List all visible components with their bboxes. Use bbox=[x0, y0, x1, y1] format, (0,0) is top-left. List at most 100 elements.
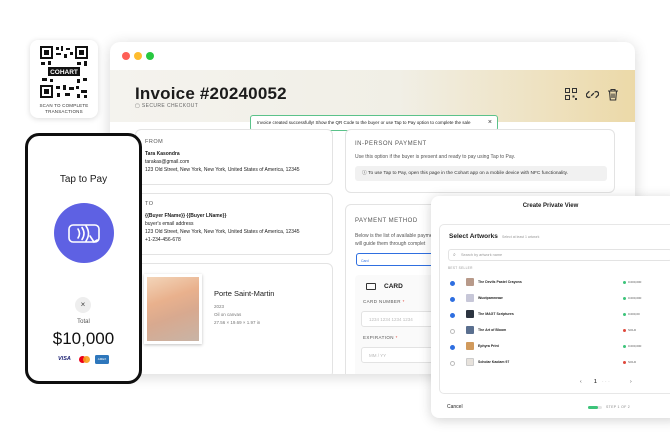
total-amount: $10,000 bbox=[52, 329, 115, 348]
row-radio[interactable] bbox=[450, 297, 455, 302]
private-view-window: Create Private View Select Artworks Sele… bbox=[431, 196, 670, 418]
prev-page-button[interactable]: ‹ bbox=[580, 379, 582, 385]
payment-method-description: Below is the list of available payment w… bbox=[355, 233, 437, 247]
artwork-row[interactable]: Scholar Kaolam 97 SOLD bbox=[450, 357, 660, 371]
maximize-window-button[interactable] bbox=[146, 52, 154, 60]
tab-card[interactable]: Card bbox=[356, 253, 434, 266]
artwork-row[interactable]: The MAGT Scriptures 0.000,00 bbox=[450, 309, 660, 323]
page-dots: · · · bbox=[602, 379, 610, 385]
page-title: Invoice #20240052 bbox=[135, 84, 287, 103]
to-panel: TO {{Buyer FName}} {{Buyer LName}} buyer… bbox=[135, 193, 333, 255]
qr-code-icon: COHART bbox=[39, 45, 89, 99]
select-artworks-hint: Select at least 1 artwork bbox=[502, 235, 540, 239]
artwork-search-input[interactable]: ⌕ Search by artwork name bbox=[448, 249, 670, 261]
nfc-button[interactable] bbox=[54, 203, 114, 263]
buyer-email: buyer's email address bbox=[145, 221, 194, 227]
tap-to-pay-title: Tap to Pay bbox=[59, 174, 108, 185]
buyer-phone: +1-234-456-678 bbox=[145, 237, 181, 243]
svg-text:COHART: COHART bbox=[50, 69, 78, 76]
tap-to-pay-info: ⓘ To use Tap to Pay, open this page in t… bbox=[355, 166, 607, 181]
artwork-status: 0.000,000 bbox=[623, 344, 641, 348]
artwork-year: 2023 bbox=[214, 304, 225, 309]
payment-card-logos: VISA AMEX bbox=[58, 355, 113, 365]
next-page-button[interactable]: › bbox=[630, 379, 632, 385]
artwork-status: SOLD bbox=[623, 360, 636, 364]
select-artworks-title: Select Artworks bbox=[449, 233, 498, 240]
artwork-name: The MAGT Scriptures bbox=[478, 312, 514, 316]
section-label: BEST SELLER bbox=[448, 266, 473, 270]
artwork-row[interactable]: Wuotpamneaw 0.000,000 bbox=[450, 293, 660, 307]
row-radio[interactable] bbox=[450, 329, 455, 334]
artwork-row[interactable]: The Art of Bloom SOLD bbox=[450, 325, 660, 339]
amex-icon: AMEX bbox=[95, 355, 109, 364]
close-button[interactable]: × bbox=[75, 297, 91, 313]
select-artworks-panel: Select Artworks Select at least 1 artwor… bbox=[439, 224, 670, 394]
search-icon: ⌕ bbox=[453, 252, 456, 258]
trash-icon[interactable] bbox=[607, 88, 619, 101]
card-title: CARD bbox=[384, 283, 403, 290]
from-label: FROM bbox=[145, 139, 164, 145]
step-progress bbox=[588, 406, 602, 409]
card-number-label: CARD NUMBER * bbox=[363, 299, 405, 304]
payment-method-label: PAYMENT METHOD bbox=[355, 218, 418, 224]
minimize-window-button[interactable] bbox=[134, 52, 142, 60]
seller-email: tarakas@gmail.com bbox=[145, 159, 190, 165]
row-radio[interactable] bbox=[450, 313, 455, 318]
cancel-button[interactable]: Cancel bbox=[447, 404, 463, 410]
qr-caption: SCAN TO COMPLETE TRANSACTIONS bbox=[39, 103, 89, 114]
artwork-row[interactable]: Ephyra Print 0.000,000 bbox=[450, 341, 660, 355]
close-window-button[interactable] bbox=[122, 52, 130, 60]
artwork-name: The Devils Pastel Crayons bbox=[478, 280, 522, 284]
artwork-thumb bbox=[466, 358, 474, 366]
seller-name: Tara Kasondra bbox=[145, 151, 180, 157]
artwork-status: SOLD bbox=[623, 328, 636, 332]
artwork-name: The Art of Bloom bbox=[478, 328, 507, 332]
qr-code-icon[interactable] bbox=[565, 88, 577, 100]
in-person-description: Use this option if the buyer is present … bbox=[355, 154, 516, 160]
contactless-icon bbox=[68, 224, 100, 244]
artwork-thumbnail bbox=[144, 274, 202, 344]
artwork-medium: Oil on canvas bbox=[214, 312, 242, 317]
in-person-label: IN-PERSON PAYMENT bbox=[355, 141, 427, 147]
artwork-title: Porte Saint-Martin bbox=[214, 289, 275, 298]
total-label: Total bbox=[77, 319, 90, 325]
buyer-address: 123 Old Street, New York, New York, Unit… bbox=[145, 229, 300, 235]
from-panel: FROM Tara Kasondra tarakas@gmail.com 123… bbox=[135, 129, 333, 185]
artwork-dimensions: 27.56 × 19.69 × 1.97 in bbox=[214, 320, 261, 325]
to-label: TO bbox=[145, 201, 154, 207]
step-indicator: STEP 1 OF 2 bbox=[606, 405, 631, 409]
seller-address: 123 Old Street, New York, New York, Unit… bbox=[145, 167, 300, 173]
row-radio[interactable] bbox=[450, 345, 455, 350]
mastercard-icon-overlap bbox=[83, 356, 90, 363]
card-tab-label: Card bbox=[361, 259, 369, 263]
row-radio[interactable] bbox=[450, 361, 455, 366]
card-icon bbox=[366, 283, 376, 290]
artwork-status: 0.000,000 bbox=[623, 280, 641, 284]
artwork-thumb bbox=[466, 294, 474, 302]
phone-tap-to-pay: Tap to Pay × Total $10,000 VISA AMEX bbox=[25, 133, 142, 384]
row-radio[interactable] bbox=[450, 281, 455, 286]
pagination: ‹ 1 · · · › bbox=[580, 379, 650, 387]
artwork-name: Wuotpamneaw bbox=[478, 296, 503, 300]
buyer-name: {{Buyer FName}} {{Buyer LName}} bbox=[145, 213, 227, 219]
current-page[interactable]: 1 bbox=[594, 379, 597, 385]
artwork-row[interactable]: The Devils Pastel Crayons 0.000,000 bbox=[450, 277, 660, 291]
artwork-status: 0.000,00 bbox=[623, 312, 640, 316]
secure-checkout-label: ▢ SECURE CHECKOUT bbox=[135, 103, 199, 109]
lock-icon: ▢ bbox=[135, 103, 142, 109]
toast-close-button[interactable]: × bbox=[488, 116, 492, 130]
artwork-thumb bbox=[466, 342, 474, 350]
link-icon[interactable] bbox=[586, 88, 599, 101]
artwork-thumb bbox=[466, 310, 474, 318]
artwork-status: 0.000,000 bbox=[623, 296, 641, 300]
in-person-payment-panel: IN-PERSON PAYMENT Use this option if the… bbox=[345, 129, 615, 193]
artwork-name: Ephyra Print bbox=[478, 344, 499, 348]
artwork-name: Scholar Kaolam 97 bbox=[478, 360, 510, 364]
artwork-panel: Porte Saint-Martin 2023 Oil on canvas 27… bbox=[135, 263, 333, 374]
step-progress-fill bbox=[588, 406, 598, 409]
expiration-label: EXPIRATION * bbox=[363, 335, 398, 340]
visa-icon: VISA bbox=[58, 356, 71, 362]
window-titlebar bbox=[110, 42, 635, 70]
qr-code-card: COHART SCAN TO COMPLETE TRANSACTIONS bbox=[30, 40, 98, 118]
private-view-title: Create Private View bbox=[522, 203, 579, 209]
